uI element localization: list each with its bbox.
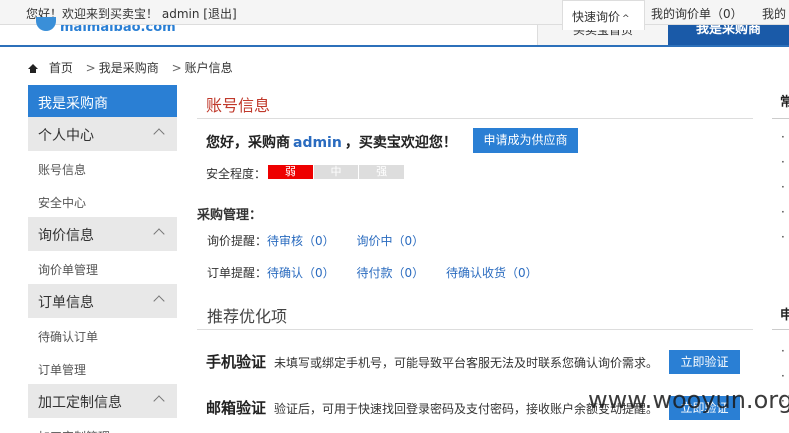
divider: [772, 329, 789, 330]
main-content: 账号信息 您好，采购商 admin ，买卖宝欢迎您！ 申请成为供应商 安全程度： 弱…: [197, 85, 753, 433]
list-bullet: ·: [781, 230, 785, 244]
order-receive-link[interactable]: 待确认收货（0）: [446, 266, 538, 280]
site-header: maimaibao.com 买卖宝首页 我是采购商: [0, 17, 789, 47]
sidebar-item-inquiry-manage[interactable]: 询价单管理: [28, 251, 177, 284]
divider: [772, 118, 789, 119]
breadcrumb-separator: >: [85, 61, 96, 75]
order-confirm-link[interactable]: 待确认（0）: [267, 266, 335, 280]
security-level-bar: 弱 中 强: [268, 165, 405, 179]
list-bullet: ·: [781, 130, 785, 144]
breadcrumb-home[interactable]: 首页: [49, 61, 73, 75]
procurement-title: 采购管理：: [197, 208, 263, 223]
chevron-up-icon: [153, 295, 165, 307]
sidebar-group-label: 询价信息: [38, 228, 94, 244]
chevron-up-icon: ^: [622, 14, 630, 24]
sidebar-group-custom-processing[interactable]: 加工定制信息: [28, 384, 177, 418]
sidebar-group-inquiry[interactable]: 询价信息: [28, 217, 177, 251]
phone-verify-title: 手机验证: [206, 353, 267, 371]
sidebar-item-pending-orders[interactable]: 待确认订单: [28, 318, 177, 351]
order-pay-link[interactable]: 待付款（0）: [356, 266, 424, 280]
list-bullet: ·: [781, 205, 785, 219]
welcome-message: 您好！欢迎来到买卖宝！ admin [退出]: [26, 5, 237, 22]
top-bar: 您好！欢迎来到买卖宝！ admin [退出] 快速询价 ^ 我的询价单（0） 我的: [0, 0, 789, 30]
security-level-medium: 中: [313, 165, 359, 179]
home-icon: [28, 64, 38, 73]
phone-verify-row: 手机验证 未填写或绑定手机号，可能导致平台客服无法及时联系您确认询价需求。: [206, 351, 658, 372]
inquiry-ongoing-link[interactable]: 询价中（0）: [356, 234, 424, 248]
watermark: www.wooyun.org: [588, 386, 789, 414]
list-bullet: ·: [781, 369, 785, 383]
quick-inquiry-dropdown[interactable]: 快速询价 ^: [562, 0, 645, 30]
sidebar-group-label: 个人中心: [38, 128, 94, 144]
sidebar-group-orders[interactable]: 订单信息: [28, 284, 177, 318]
sidebar-item-order-manage[interactable]: 订单管理: [28, 351, 177, 384]
my-inquiries-link[interactable]: 我的询价单（0）: [651, 5, 743, 22]
sidebar-group-label: 订单信息: [38, 295, 94, 311]
welcome-username: admin: [161, 7, 200, 21]
apply-supplier-button[interactable]: 申请成为供应商: [473, 128, 578, 153]
security-level-weak: 弱: [268, 165, 313, 179]
order-reminder-label: 订单提醒：: [207, 266, 268, 280]
logout-link[interactable]: [退出]: [203, 7, 236, 21]
breadcrumb: 首页 > 我是采购商 > 账户信息: [28, 59, 233, 76]
breadcrumb-account-info: 账户信息: [184, 61, 233, 75]
sidebar: 我是采购商 个人中心 账号信息 安全中心 询价信息 询价单管理 订单信息 待确认…: [28, 85, 177, 433]
site-logo[interactable]: maimaibao.com: [60, 25, 176, 35]
nav-buyer[interactable]: 我是采购商: [668, 25, 789, 45]
greeting: 您好，采购商 admin ，买卖宝欢迎您！: [206, 132, 457, 152]
breadcrumb-separator: >: [171, 61, 182, 75]
phone-verify-button[interactable]: 立即验证: [669, 350, 740, 374]
email-verify-title: 邮箱验证: [206, 399, 267, 417]
right-column: 常 · · · · · 申 · · ·: [772, 85, 789, 433]
sidebar-group-label: 加工定制信息: [38, 395, 122, 411]
quick-inquiry-label: 快速询价: [572, 10, 621, 24]
inquiry-reminder-label: 询价提醒：: [207, 234, 268, 248]
sidebar-item-account-info[interactable]: 账号信息: [28, 151, 177, 184]
right-column-heading: 常: [780, 95, 789, 110]
breadcrumb-buyer[interactable]: 我是采购商: [99, 61, 159, 75]
chevron-up-icon: [153, 128, 165, 140]
logo-icon: [36, 17, 56, 31]
chevron-up-icon: [153, 395, 165, 407]
recommend-title: 推荐优化项: [207, 307, 288, 326]
my-menu-link[interactable]: 我的: [762, 5, 786, 22]
right-column-heading: 申: [780, 308, 789, 323]
list-bullet: ·: [781, 155, 785, 169]
divider: [197, 118, 753, 119]
security-label: 安全程度：: [206, 167, 267, 181]
sidebar-group-personal[interactable]: 个人中心: [28, 117, 177, 151]
page-title: 账号信息: [206, 96, 271, 115]
greeting-username: admin: [293, 135, 342, 151]
inquiry-reminder-row: 询价提醒：待审核（0） 询价中（0）: [207, 232, 424, 249]
list-bullet: ·: [781, 344, 785, 358]
sidebar-item-security-center[interactable]: 安全中心: [28, 184, 177, 217]
greeting-suffix: ，买卖宝欢迎您！: [344, 135, 457, 151]
divider: [197, 329, 753, 330]
greeting-prefix: 您好，采购商: [206, 135, 290, 151]
security-level-strong: 强: [359, 165, 405, 179]
list-bullet: ·: [781, 180, 785, 194]
inquiry-pending-link[interactable]: 待审核（0）: [267, 234, 335, 248]
sidebar-title: 我是采购商: [28, 85, 177, 117]
sidebar-item-custom-manage[interactable]: 加工定制管理: [28, 418, 177, 433]
chevron-up-icon: [153, 228, 165, 240]
phone-verify-desc: 未填写或绑定手机号，可能导致平台客服无法及时联系您确认询价需求。: [274, 356, 659, 370]
order-reminder-row: 订单提醒：待确认（0） 待付款（0） 待确认收货（0）: [207, 264, 538, 281]
